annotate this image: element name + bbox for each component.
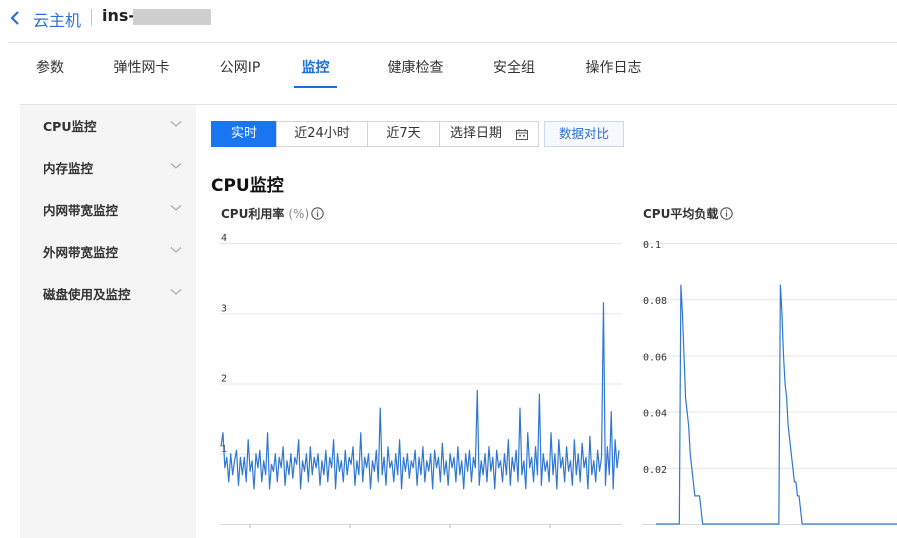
chart-unit: (%) xyxy=(288,207,310,221)
y-tick-label: 0.08 xyxy=(643,296,667,307)
y-tick-label: 0.1 xyxy=(643,240,661,251)
cpu-load-chart: 0.1 0.08 0.06 0.04 0.02 xyxy=(642,240,897,525)
sidebar-item-memory[interactable]: 内存监控 xyxy=(20,152,196,182)
breadcrumb-link[interactable]: 云主机 xyxy=(33,7,81,31)
tab-monitoring[interactable]: 监控 xyxy=(294,50,337,88)
tab-public-ip[interactable]: 公网IP xyxy=(218,50,262,88)
tab-operation-log[interactable]: 操作日志 xyxy=(584,50,643,88)
last-7d-button[interactable]: 近7天 xyxy=(367,121,440,147)
cpu-load-chart-title: CPU平均负载 xyxy=(643,205,734,222)
chevron-down-icon xyxy=(170,289,182,295)
series-line xyxy=(220,302,620,490)
y-tick-label: 2 xyxy=(221,374,227,385)
instance-name: ins- xyxy=(102,6,136,25)
page-header: 云主机 ins- xyxy=(0,0,897,42)
sidebar-item-internal-bandwidth[interactable]: 内网带宽监控 xyxy=(20,194,196,224)
y-tick-label: 4 xyxy=(221,233,227,244)
chevron-left-icon[interactable] xyxy=(8,10,22,26)
tab-health-check[interactable]: 健康检查 xyxy=(386,50,445,88)
last-24h-button[interactable]: 近24小时 xyxy=(276,121,368,147)
data-compare-button[interactable]: 数据对比 xyxy=(544,121,624,147)
y-tick-label: 0.06 xyxy=(643,352,667,363)
header-divider xyxy=(8,42,897,43)
section-title: CPU监控 xyxy=(211,176,284,196)
sidebar-item-label: 内网带宽监控 xyxy=(43,203,119,218)
cpu-usage-chart: 4321 xyxy=(220,233,622,528)
info-icon[interactable] xyxy=(720,207,734,220)
sidebar-item-label: 外网带宽监控 xyxy=(43,245,119,260)
sidebar-item-cpu[interactable]: CPU监控 xyxy=(20,110,196,140)
sidebar-item-disk[interactable]: 磁盘使用及监控 xyxy=(20,278,196,308)
y-tick-label: 0.04 xyxy=(643,409,667,420)
info-icon[interactable] xyxy=(311,207,324,220)
monitor-sidebar: CPU监控 内存监控 内网带宽监控 外网带宽监控 磁盘使用及监控 xyxy=(20,105,196,538)
detail-tabs: 参数 弹性网卡 公网IP 监控 健康检查 安全组 操作日志 xyxy=(20,50,897,88)
calendar-icon xyxy=(516,129,528,140)
chart-title-text: CPU平均负载 xyxy=(643,207,719,221)
redacted-instance-id xyxy=(133,9,211,25)
tab-parameters[interactable]: 参数 xyxy=(35,50,65,88)
chevron-down-icon xyxy=(170,247,182,253)
chevron-down-icon xyxy=(170,163,182,169)
sidebar-item-label: CPU监控 xyxy=(43,119,97,134)
chevron-down-icon xyxy=(170,205,182,211)
breadcrumb-divider xyxy=(91,9,92,26)
chevron-down-icon xyxy=(170,121,182,127)
date-picker[interactable]: 选择日期 xyxy=(439,121,539,147)
y-tick-label: 3 xyxy=(221,303,227,314)
sidebar-item-external-bandwidth[interactable]: 外网带宽监控 xyxy=(20,236,196,266)
tab-security-group[interactable]: 安全组 xyxy=(492,50,536,88)
cpu-usage-chart-title: CPU利用率 (%) xyxy=(221,205,324,222)
sidebar-item-label: 磁盘使用及监控 xyxy=(43,287,131,302)
realtime-button[interactable]: 实时 xyxy=(211,121,277,147)
tab-elastic-nic[interactable]: 弹性网卡 xyxy=(113,50,170,88)
sidebar-item-label: 内存监控 xyxy=(43,161,94,176)
chart-title-text: CPU利用率 xyxy=(221,207,285,221)
series-line xyxy=(656,284,897,525)
date-picker-label: 选择日期 xyxy=(450,126,503,141)
y-tick-label: 0.02 xyxy=(643,465,667,476)
